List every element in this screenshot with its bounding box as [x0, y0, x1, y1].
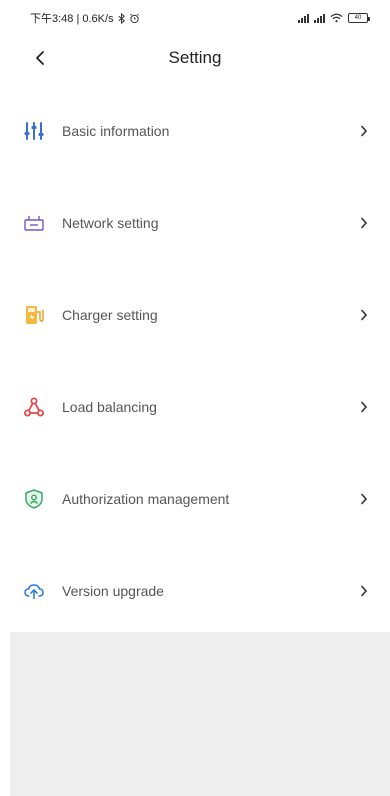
battery-icon: 40	[348, 13, 370, 23]
chevron-right-icon	[358, 309, 370, 321]
status-bar: 下午3:48 | 0.6K/s 40	[0, 0, 390, 36]
chevron-right-icon	[358, 401, 370, 413]
status-time-speed: 下午3:48 | 0.6K/s	[30, 13, 114, 25]
bluetooth-icon	[118, 12, 125, 24]
menu-item-label: Network setting	[62, 215, 159, 231]
menu-item-label: Basic information	[62, 123, 170, 139]
wifi-icon	[330, 13, 343, 23]
menu-item-basic-information[interactable]: Basic information	[0, 85, 390, 177]
menu-item-label: Charger setting	[62, 307, 158, 323]
alarm-icon	[129, 13, 139, 23]
status-right: 40	[298, 13, 370, 23]
menu-item-authorization-management[interactable]: Authorization management	[0, 453, 390, 545]
router-icon	[22, 211, 46, 235]
menu-item-label: Authorization management	[62, 491, 230, 507]
chevron-right-icon	[358, 217, 370, 229]
cloud-upload-icon	[22, 579, 46, 603]
sliders-icon	[22, 119, 46, 143]
charger-icon	[22, 303, 46, 327]
empty-area	[10, 632, 390, 796]
shield-user-icon	[22, 487, 46, 511]
page-title: Setting	[168, 48, 222, 67]
settings-list: Basic information Network setting Charge…	[0, 85, 390, 637]
chevron-right-icon	[358, 125, 370, 137]
back-button[interactable]	[28, 46, 52, 70]
menu-item-version-upgrade[interactable]: Version upgrade	[0, 545, 390, 637]
menu-item-network-setting[interactable]: Network setting	[0, 177, 390, 269]
header: Setting	[0, 38, 390, 78]
chevron-left-icon	[36, 51, 44, 65]
menu-item-label: Load balancing	[62, 399, 157, 415]
triangle-nodes-icon	[22, 395, 46, 419]
menu-item-label: Version upgrade	[62, 583, 164, 599]
chevron-right-icon	[358, 585, 370, 597]
status-left: 下午3:48 | 0.6K/s	[30, 10, 140, 26]
menu-item-charger-setting[interactable]: Charger setting	[0, 269, 390, 361]
signal-icon-2	[314, 13, 325, 23]
signal-icon	[298, 13, 309, 23]
chevron-right-icon	[358, 493, 370, 505]
menu-item-load-balancing[interactable]: Load balancing	[0, 361, 390, 453]
